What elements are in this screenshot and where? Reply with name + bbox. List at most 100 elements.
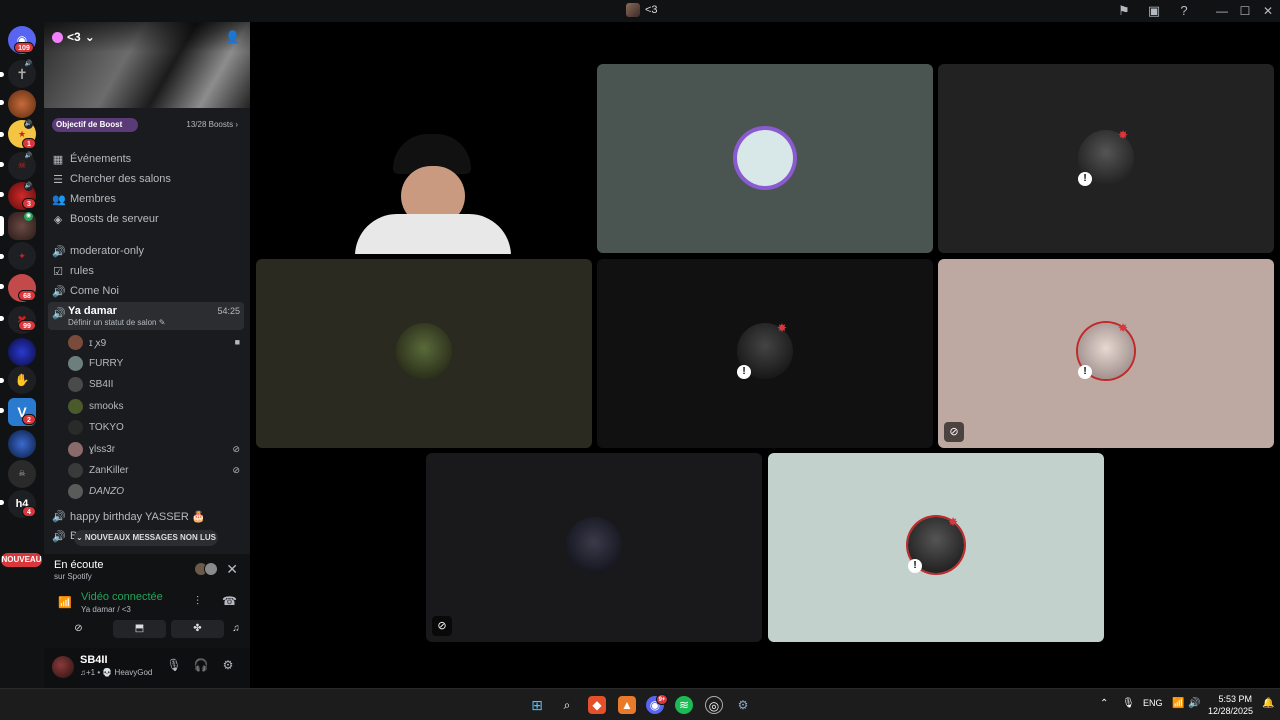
voice-user[interactable]: TOKYO [68,418,244,436]
voice-user[interactable]: DANZO [68,482,244,500]
search-icon[interactable]: ⌕ [558,696,576,714]
anger-icon: ✸ [1118,128,1129,142]
window-title: <3 [626,3,658,17]
signal-icon: 📶 [58,597,72,609]
soundboard-icon[interactable]: ♫ [229,620,243,638]
server-badge: 3 [22,198,36,209]
new-messages-button[interactable]: ⌄ NOUVEAUX MESSAGES NON LUS [74,530,218,546]
new-unread-pill[interactable]: NOUVEAU [1,553,42,567]
tile-user-2[interactable] [597,64,933,253]
clock[interactable]: 5:53 PM 12/28/2025 [1208,693,1253,717]
voice-user[interactable]: SB4II [68,375,244,393]
tile-user-6[interactable]: ✸ ! ⊘ [938,259,1274,448]
close-button[interactable]: ✕ [1256,2,1280,20]
voice-user[interactable]: ɣlss3r ⊘ [68,440,244,458]
chrome-icon[interactable]: ◎ [705,696,723,714]
tile-camera-user[interactable] [346,122,520,254]
notifications-icon[interactable]: 🔔 [1262,698,1274,709]
deafened-icon: ⊘ [232,443,240,454]
channel-rules[interactable]: ☑ rules [50,262,244,280]
activities-icon[interactable]: ✤ [171,620,224,638]
inbox-icon[interactable]: ⚑ [1116,3,1132,19]
listening-source: sur Spotify [54,572,92,581]
avatar[interactable] [52,656,74,678]
server-icon[interactable] [8,430,36,458]
menu-events[interactable]: ▦ Événements [50,150,244,168]
speaker-icon: 🔊 [24,152,33,161]
disconnect-icon[interactable]: ☎ [222,594,237,608]
volume-icon[interactable]: 🔊 [1188,698,1200,709]
spotify-icon[interactable]: ≋ [675,696,693,714]
voice-user[interactable]: ɪ ꭗ9 ■ [68,333,244,351]
windows-icon[interactable]: ⊞ [528,696,546,714]
unread-pip [0,254,4,259]
channel-ya-damar[interactable]: 🔊 Ya damar Définir un statut de salon ✎ … [48,302,244,330]
speaker-icon: 🔊 [24,120,33,129]
add-member-icon[interactable]: 👤 [225,30,240,44]
channel-happy-birthday[interactable]: 🔊 happy birthday YASSER 🎂 [50,507,244,525]
help-icon[interactable]: ? [1176,3,1192,19]
avatar [68,398,83,414]
headphones-icon[interactable]: 🎧 [193,658,209,672]
tile-user-4[interactable] [256,259,592,448]
tile-user-7[interactable]: ⊘ [426,453,762,642]
tile-user-3[interactable]: ✸ ! [938,64,1274,253]
listening-title: En écoute [54,559,104,571]
menu-members[interactable]: 👥 Membres [50,190,244,208]
server-avatar [626,3,640,17]
steam-icon[interactable]: ⚙ [734,696,752,714]
camera-off-icon[interactable]: ⊘ [52,620,105,638]
voice-status[interactable]: Vidéo connectée [81,591,163,603]
channel-come-noi[interactable]: 🔊 Come Noi [50,282,244,300]
microphone-icon[interactable]: 🎙 [1122,698,1135,709]
muted-icon: ⊘ [944,422,964,442]
brave-icon[interactable]: ◆ [588,696,606,714]
tile-user-5[interactable]: ✸ ! [597,259,933,448]
voice-user[interactable]: ZanKiller ⊘ [68,461,244,479]
channel-moderator-only[interactable]: 🔊 moderator-only [50,242,244,260]
voice-user[interactable]: FURRY [68,354,244,372]
menu-server-boosts[interactable]: ◈ Boosts de serveur [50,210,244,228]
minimize-button[interactable]: — [1210,2,1234,20]
voice-icon: 🔊 [52,245,66,258]
server-icon[interactable] [8,338,36,366]
server-icon[interactable]: ☠ [8,460,36,488]
server-badge: 99 [18,320,36,331]
listener-avatars[interactable] [194,562,220,578]
tile-user-8[interactable]: ✸ ! [768,453,1104,642]
boost-goal[interactable]: Objectif de Boost 13/28 Boosts › [52,118,242,132]
server-header[interactable]: <3 ⌄ [52,30,95,44]
maximize-button[interactable]: ☐ [1233,2,1257,20]
window-icon[interactable]: ▣ [1146,3,1162,19]
close-icon[interactable]: ✕ [226,561,238,578]
menu-browse-channels[interactable]: ☰ Chercher des salons [50,170,244,188]
app-icon[interactable]: ▲ [618,696,636,714]
noise-suppression-icon[interactable]: ⫶ [196,594,199,609]
unread-pip [0,100,4,105]
server-icon[interactable]: ✋ [8,366,36,394]
speaker-icon: 🔊 [24,182,33,191]
server-icon[interactable]: ✦ [8,242,36,270]
user-panel: SB4II ♫+1 • 💀 HeavyGod 🎙 🎧 ⚙ [44,648,250,688]
wifi-icon[interactable]: 📶 [1172,698,1184,709]
channel-status[interactable]: Définir un statut de salon ✎ [68,318,165,327]
chevron-up-icon[interactable]: ⌃ [1100,698,1108,709]
boost-icon: ◈ [53,213,63,226]
taskbar: ⊞ ⌕ ◆ ▲ ◉ 9+ ≋ ◎ ⚙ ⌃ 🎙 ENG 📶 🔊 5:53 PM 1… [0,688,1280,720]
server-icon[interactable] [8,90,36,118]
voice-user[interactable]: smooks [68,397,244,415]
username[interactable]: SB4II [80,654,108,666]
voice-location[interactable]: Ya damar / <3 [81,605,131,614]
boost-gem-icon [52,31,63,43]
microphone-icon[interactable]: 🎙 [166,658,182,672]
voice-icon: 🔊 [52,530,66,543]
avatar [68,334,83,350]
camera-feed [349,124,517,254]
settings-icon[interactable]: ⚙ [220,658,236,672]
avatar [68,376,83,392]
chevron-down-icon: ⌄ [84,30,95,44]
members-icon: 👥 [52,193,66,206]
boost-goal-label: Objectif de Boost [52,118,138,132]
screen-share-icon[interactable]: ⬒ [113,620,166,638]
language-indicator[interactable]: ENG [1143,698,1163,708]
